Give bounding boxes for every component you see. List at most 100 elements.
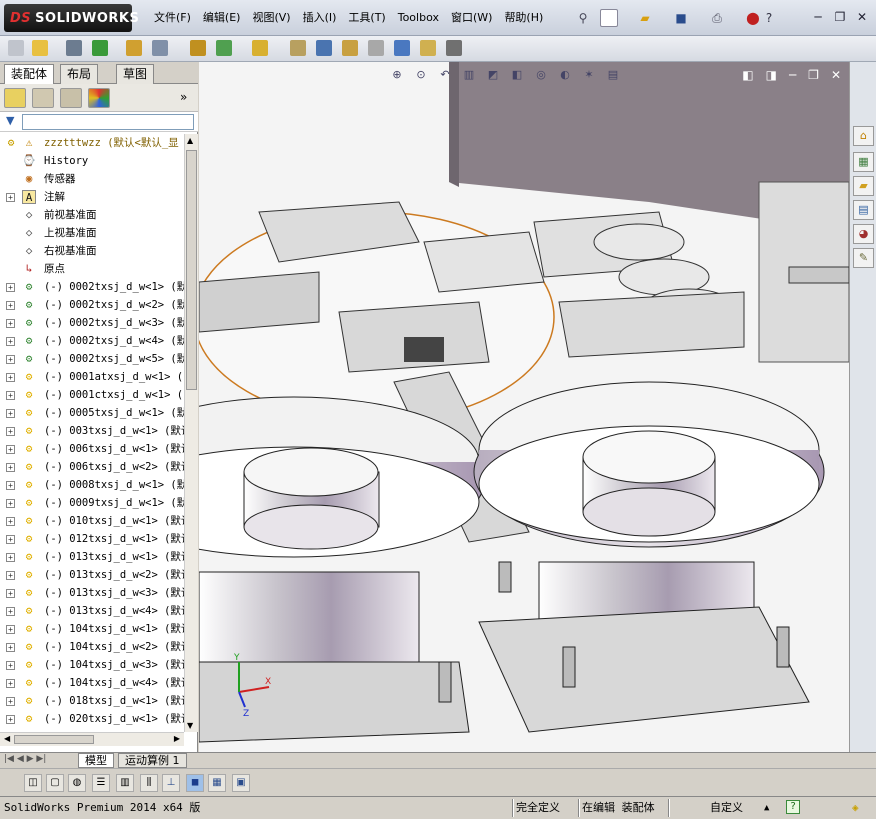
- tree-horizontal-scrollbar[interactable]: ◀ ▶: [0, 732, 184, 746]
- wireframe-icon[interactable]: ◫: [24, 774, 42, 792]
- close-icon[interactable]: ✕: [854, 9, 870, 25]
- menu-edit[interactable]: 编辑(E): [197, 10, 247, 26]
- minimize-icon[interactable]: ─: [810, 9, 826, 25]
- tree-item-top-plane[interactable]: ◇ 上视基准面: [0, 224, 184, 242]
- expand-icon[interactable]: +: [6, 517, 15, 526]
- expand-icon[interactable]: +: [6, 337, 15, 346]
- tree-component-item[interactable]: + ⚙ (-) 104txsj_d_w<3> (默认: [0, 656, 184, 674]
- tree-component-item[interactable]: + ⚙ (-) 0002txsj_d_w<1> (默: [0, 278, 184, 296]
- file-explorer-icon[interactable]: ▰: [853, 176, 874, 196]
- scrollbar-thumb[interactable]: [186, 150, 197, 390]
- clearance-verification-icon[interactable]: [394, 40, 410, 56]
- linear-pattern-icon[interactable]: [66, 40, 82, 56]
- expand-icon[interactable]: +: [6, 463, 15, 472]
- solidworks-logo[interactable]: DS SOLIDWORKS: [4, 4, 139, 32]
- hidden-lines-icon[interactable]: ▢: [46, 774, 64, 792]
- tab-nav-arrows-icon[interactable]: |◀ ◀ ▶ ▶|: [4, 754, 46, 764]
- scroll-down-icon[interactable]: ▼: [187, 721, 193, 730]
- move-component-icon[interactable]: [126, 40, 142, 56]
- new-document-icon[interactable]: [600, 9, 618, 27]
- tree-item-history[interactable]: ⌚ History: [0, 152, 184, 170]
- interference-detection-icon[interactable]: [368, 40, 384, 56]
- graph-icon[interactable]: ⊥: [162, 774, 180, 792]
- shaded-icon[interactable]: ◍: [68, 774, 86, 792]
- menu-insert[interactable]: 插入(I): [297, 10, 343, 26]
- tree-vertical-scrollbar[interactable]: ▲ ▼: [184, 134, 198, 732]
- tree-component-item[interactable]: + ⚙ (-) 013txsj_d_w<3> (默认: [0, 584, 184, 602]
- tree-component-item[interactable]: + ⚙ (-) 104txsj_d_w<2> (默认: [0, 638, 184, 656]
- units-dropdown-icon[interactable]: ▲: [764, 800, 769, 816]
- solidworks-resources-icon[interactable]: ⌂: [853, 126, 874, 146]
- expand-icon[interactable]: +: [6, 193, 15, 202]
- display-style-icon[interactable]: ◧: [509, 66, 525, 82]
- menu-file[interactable]: 文件(F): [148, 10, 197, 26]
- list-view-icon[interactable]: ☰: [92, 774, 110, 792]
- tree-component-item[interactable]: + ⚙ (-) 104txsj_d_w<1> (默认: [0, 620, 184, 638]
- tree-component-item[interactable]: + ⚙ (-) 010txsj_d_w<1> (默认: [0, 512, 184, 530]
- hole-alignment-icon[interactable]: [420, 40, 436, 56]
- menu-tools[interactable]: 工具(T): [342, 10, 391, 26]
- expand-icon[interactable]: +: [6, 661, 15, 670]
- expand-icon[interactable]: +: [6, 499, 15, 508]
- zoom-to-area-icon[interactable]: ⊙: [413, 66, 429, 82]
- scroll-left-icon[interactable]: ◀: [4, 734, 10, 743]
- viewport-restore-icon[interactable]: ❐: [808, 68, 819, 82]
- zoom-to-fit-icon[interactable]: ⊕: [389, 66, 405, 82]
- expand-icon[interactable]: +: [6, 589, 15, 598]
- tree-item-sensors[interactable]: ◉ 传感器: [0, 170, 184, 188]
- graphics-area[interactable]: X Y Z ⊕ ⊙ ↶ ▥ ◩ ◧ ◎ ◐ ✶ ▤ ◧ ◨ ─ ❐ ✕: [199, 62, 849, 752]
- new-motion-study-icon[interactable]: [252, 40, 268, 56]
- reference-geometry-icon[interactable]: [216, 40, 232, 56]
- tree-component-item[interactable]: + ⚙ (-) 0002txsj_d_w<2> (默: [0, 296, 184, 314]
- mate-icon[interactable]: [32, 40, 48, 56]
- tree-component-item[interactable]: + ⚙ (-) 006txsj_d_w<1> (默认: [0, 440, 184, 458]
- tree-component-item[interactable]: + ⚙ (-) 0002txsj_d_w<5> (默: [0, 350, 184, 368]
- hscroll-thumb[interactable]: [14, 735, 94, 744]
- explode-line-sketch-icon[interactable]: [342, 40, 358, 56]
- expand-icon[interactable]: +: [6, 553, 15, 562]
- notification-icon[interactable]: ◈: [852, 800, 859, 816]
- expand-panel-icon[interactable]: »: [180, 90, 187, 104]
- tree-component-item[interactable]: + ⚙ (-) 006txsj_d_w<2> (默认: [0, 458, 184, 476]
- scroll-right-icon[interactable]: ▶: [174, 734, 180, 743]
- tree-component-item[interactable]: + ⚙ (-) 013txsj_d_w<2> (默认: [0, 566, 184, 584]
- view-settings-icon[interactable]: ▤: [605, 66, 621, 82]
- expand-icon[interactable]: +: [6, 355, 15, 364]
- feature-tree-icon[interactable]: [4, 88, 26, 108]
- tree-item-right-plane[interactable]: ◇ 右视基准面: [0, 242, 184, 260]
- tree-item-origin[interactable]: ↳ 原点: [0, 260, 184, 278]
- configuration-manager-icon[interactable]: [60, 88, 82, 108]
- tree-component-item[interactable]: + ⚙ (-) 0002txsj_d_w<4> (默: [0, 332, 184, 350]
- menu-help[interactable]: 帮助(H): [498, 10, 549, 26]
- tree-component-item[interactable]: + ⚙ (-) 020txsj_d_w<1> (默认: [0, 710, 184, 728]
- tree-component-item[interactable]: + ⚙ (-) 013txsj_d_w<1> (默认: [0, 548, 184, 566]
- smart-fasteners-icon[interactable]: [92, 40, 108, 56]
- tree-component-item[interactable]: + ⚙ (-) 012txsj_d_w<1> (默认: [0, 530, 184, 548]
- expand-icon[interactable]: +: [6, 409, 15, 418]
- tab-assembly[interactable]: 装配体: [4, 64, 55, 84]
- viewport-close-icon[interactable]: ✕: [831, 68, 841, 82]
- previous-window-icon[interactable]: ◧: [742, 68, 753, 82]
- assembly-features-icon[interactable]: [190, 40, 206, 56]
- instant3d-icon[interactable]: [446, 40, 462, 56]
- expand-icon[interactable]: +: [6, 391, 15, 400]
- expand-icon[interactable]: +: [6, 373, 15, 382]
- next-window-icon[interactable]: ◨: [766, 68, 777, 82]
- section-view-icon[interactable]: ▥: [461, 66, 477, 82]
- insert-component-icon[interactable]: [8, 40, 24, 56]
- apply-scene-icon[interactable]: ✶: [581, 66, 597, 82]
- edit-appearance-icon[interactable]: ◐: [557, 66, 573, 82]
- tree-component-item[interactable]: + ⚙ (-) 0001atxsj_d_w<1> (: [0, 368, 184, 386]
- expand-icon[interactable]: +: [6, 715, 15, 724]
- expand-icon[interactable]: +: [6, 625, 15, 634]
- previous-view-icon[interactable]: ↶: [437, 66, 453, 82]
- expand-icon[interactable]: +: [6, 697, 15, 706]
- tab-layout[interactable]: 布局: [60, 64, 99, 84]
- tree-item-annotations[interactable]: + A 注解: [0, 188, 184, 206]
- save-icon[interactable]: ■: [672, 9, 690, 27]
- restore-icon[interactable]: ❐: [832, 9, 848, 25]
- open-folder-icon[interactable]: ▰: [636, 9, 654, 27]
- pin-icon[interactable]: ⚲: [574, 9, 592, 27]
- split-view-icon[interactable]: ⫼: [140, 774, 158, 792]
- expand-icon[interactable]: +: [6, 301, 15, 310]
